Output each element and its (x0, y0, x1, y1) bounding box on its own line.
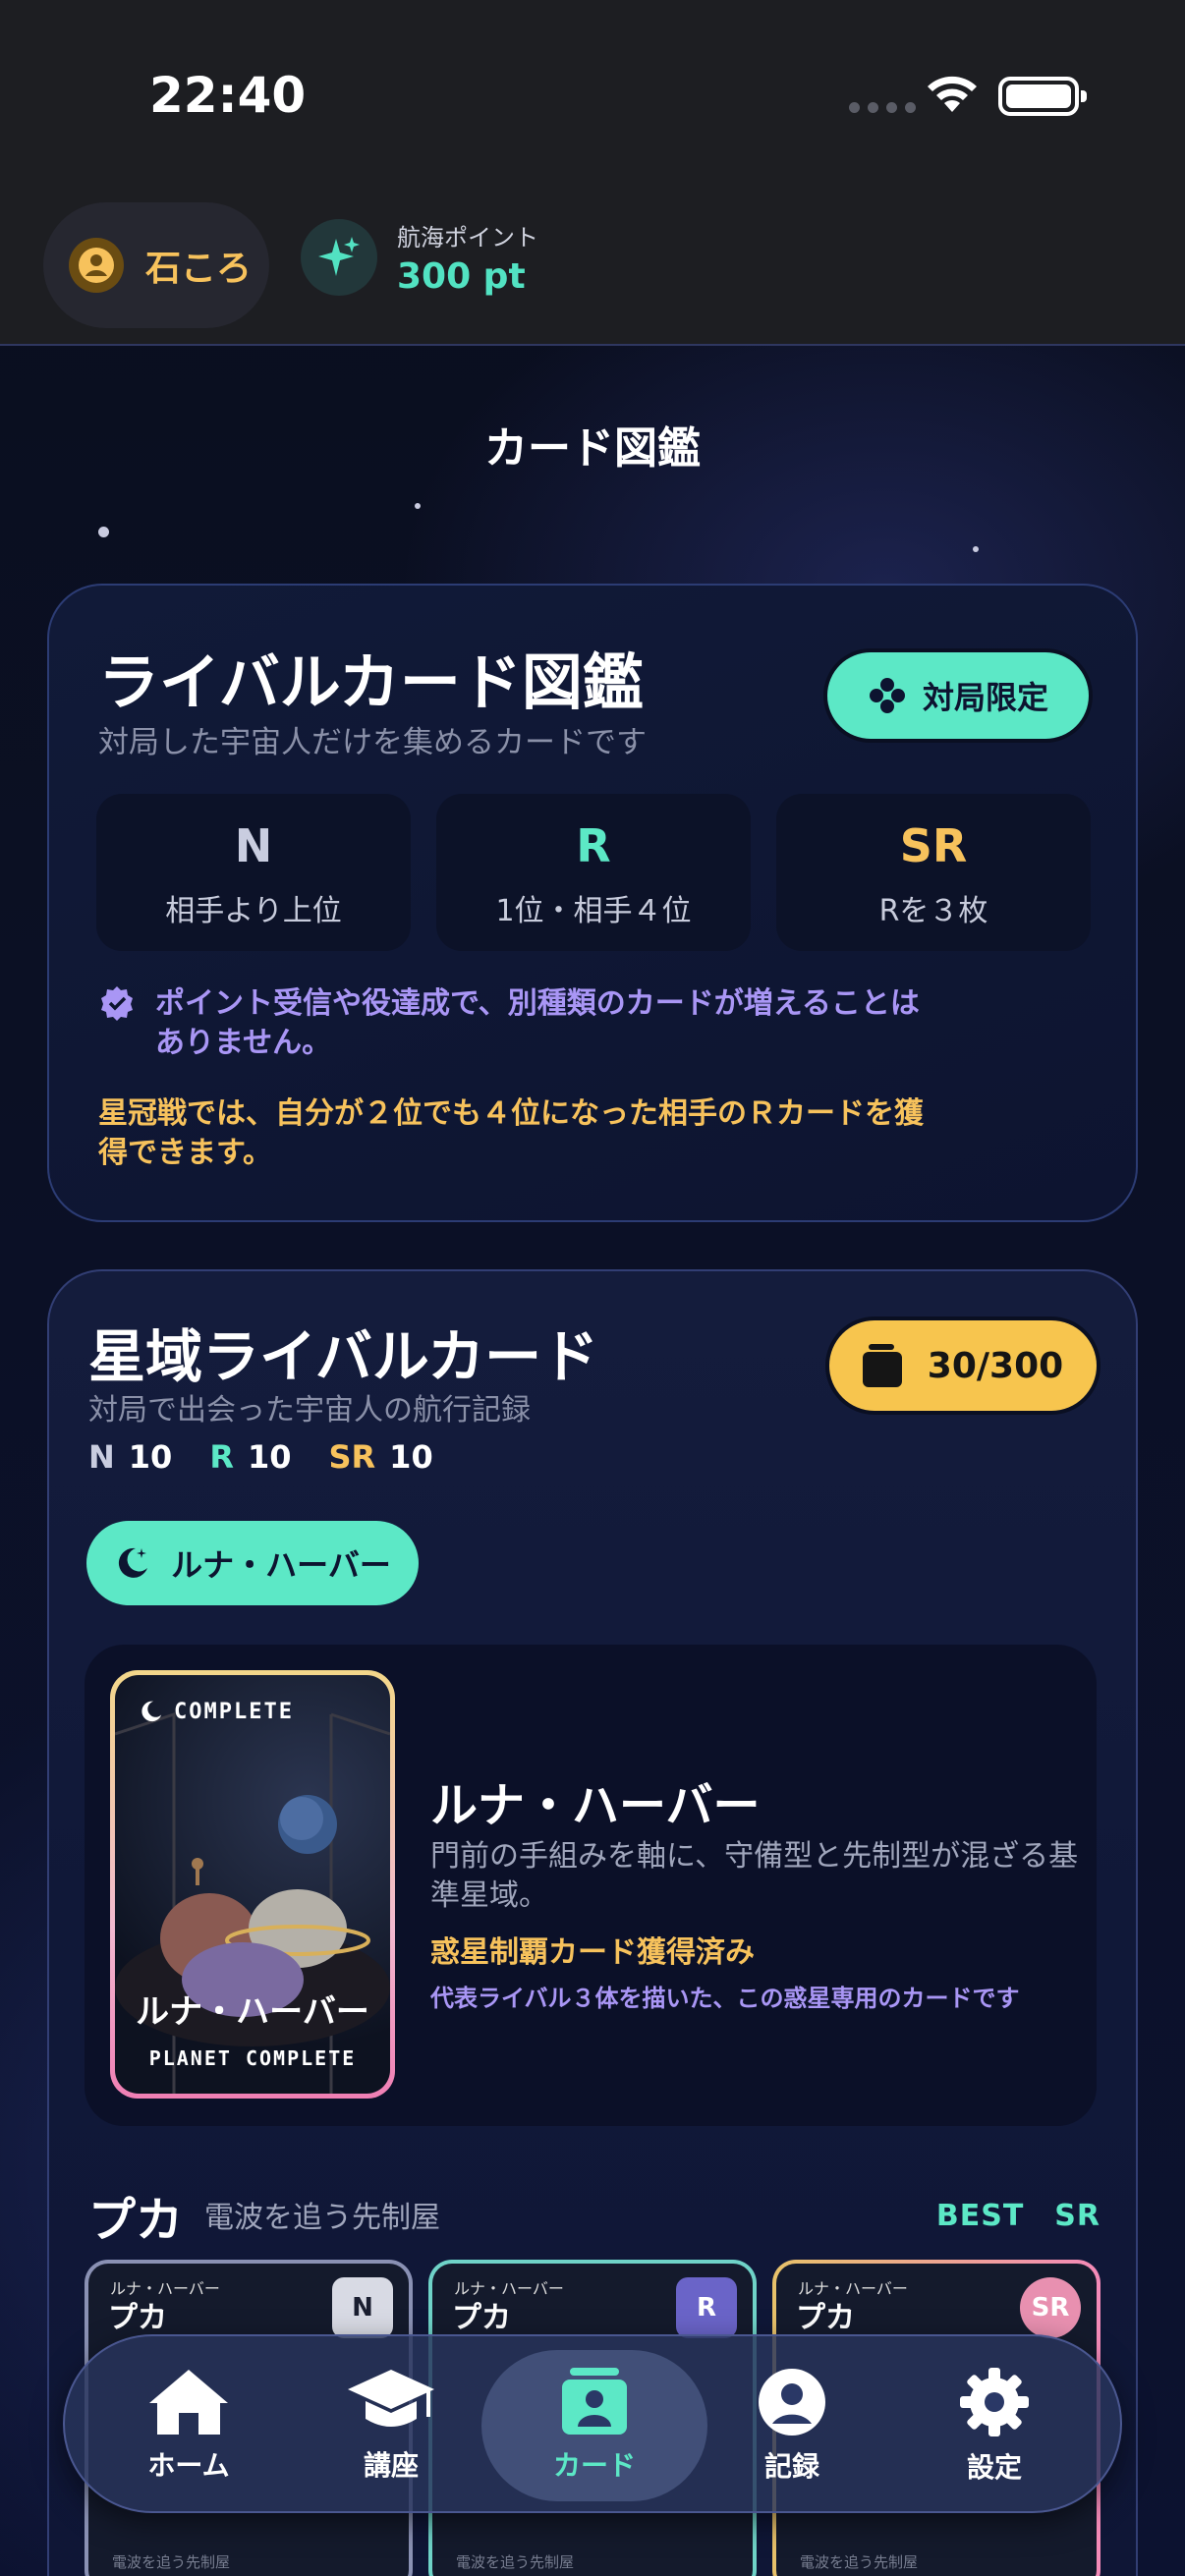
planet-conquest-status: 惑星制覇カード獲得済み (430, 1935, 755, 1970)
rank-tier-n: N 相手より上位 (96, 794, 411, 951)
mini-card-foot: 電波を追う先制屋 (456, 2553, 575, 2571)
planet-filter-chip[interactable]: ルナ・ハーバー (86, 1521, 419, 1605)
mini-card-name: プカ (108, 2301, 167, 2335)
tier-desc: 相手より上位 (165, 894, 342, 928)
rival-role: 電波を追う先制屋 (204, 2201, 440, 2235)
rival-index-subtitle: 対局した宇宙人だけを集めるカードです (98, 725, 647, 760)
moon-icon (141, 1701, 162, 1722)
tier-counts: N 10 R 10 SR 10 (88, 1438, 433, 1476)
planet-description: 門前の手組みを軸に、守備型と先制型が混ざる基準星域。 (430, 1839, 1079, 1913)
clover-icon (869, 678, 905, 713)
card-collection-icon (562, 2368, 627, 2435)
tab-home[interactable]: ホーム (90, 2336, 287, 2515)
count-n: N 10 (88, 1438, 173, 1476)
tier-label: SR (899, 819, 968, 872)
planet-card-name: ルナ・ハーバー (136, 1992, 369, 2032)
user-avatar-icon (69, 238, 124, 293)
gear-icon (960, 2368, 1029, 2436)
match-limited-button[interactable]: 対局限定 (827, 652, 1089, 739)
mini-card-name: プカ (452, 2301, 511, 2335)
tab-label: ホーム (147, 2449, 230, 2482)
user-profile-button[interactable]: 石ころ (43, 202, 269, 328)
wifi-icon (928, 76, 977, 112)
notice: ポイント受信や役達成で、別種類のカードが増えることはありません。 (98, 984, 922, 1063)
planet-chip-label: ルナ・ハーバー (171, 1546, 391, 1584)
mini-card-badge: SR (1020, 2277, 1081, 2338)
points-label: 航海ポイント (397, 224, 538, 252)
star (415, 503, 421, 509)
rank-tier-sr: SR Rを３枚 (776, 794, 1091, 951)
match-limited-label: 対局限定 (922, 679, 1048, 716)
signal-icon (849, 102, 916, 113)
rival-best-rank: BEST SR (935, 2199, 1100, 2233)
collection-count: 30/300 (927, 1345, 1064, 1386)
planet-card-complete-label: COMPLETE (139, 1699, 294, 1724)
notice-text: ポイント受信や役達成で、別種類のカードが増えることはありません。 (155, 986, 920, 1060)
planet-complete-card[interactable]: COMPLETE ルナ・ハーバー PLANET COMPLETE (110, 1670, 395, 2099)
tier-desc: Rを３枚 (878, 894, 988, 928)
tab-label: 記録 (763, 2450, 819, 2483)
sector-title: 星域ライバルカード (88, 1323, 599, 1390)
planet-title: ルナ・ハーバー (430, 1778, 761, 1833)
home-icon (149, 2370, 228, 2435)
rival-index-title: ライバルカード図鑑 (98, 646, 644, 718)
points-display: 航海ポイント 300 pt (301, 218, 538, 297)
planet-panel: COMPLETE ルナ・ハーバー PLANET COMPLETE ルナ・ハーバー… (85, 1645, 1097, 2126)
bottom-tab-bar: ホーム 講座 カード 記録 設定 (63, 2334, 1122, 2513)
rival-index-card: ライバルカード図鑑 対局した宇宙人だけを集めるカードです 対局限定 N 相手より… (47, 584, 1138, 1222)
star (973, 546, 979, 552)
sector-subtitle: 対局で出会った宇宙人の航行記録 (88, 1393, 531, 1428)
mini-card-badge: R (676, 2277, 737, 2338)
rank-tier-r: R 1位・相手４位 (436, 794, 751, 951)
card-stack-icon (862, 1344, 902, 1387)
tab-label: 講座 (363, 2449, 419, 2482)
page-title: カード図鑑 (484, 423, 701, 474)
tab-label: カード (552, 2449, 636, 2482)
planet-card-note: 代表ライバル３体を描いた、この惑星専用のカードです (430, 1985, 1020, 2012)
tab-settings[interactable]: 設定 (896, 2336, 1093, 2515)
points-value: 300 pt (397, 256, 526, 297)
mini-card-name: プカ (796, 2301, 855, 2335)
mini-card-foot: 電波を追う先制屋 (112, 2553, 231, 2571)
rival-name: プカ (88, 2193, 184, 2248)
tab-course[interactable]: 講座 (293, 2336, 489, 2515)
status-time: 22:40 (149, 67, 307, 124)
user-name: 石ころ (145, 249, 253, 289)
tab-record[interactable]: 記録 (694, 2336, 890, 2515)
top-bar: 22:40 石ころ 航海ポイント 300 pt (0, 0, 1185, 346)
planet-card-subtitle: PLANET COMPLETE (148, 2046, 357, 2070)
tab-card[interactable]: カード (481, 2350, 707, 2501)
tier-label: N (234, 819, 273, 872)
gold-note: 星冠戦では、自分が２位でも４位になった相手のＲカードを獲得できます。 (98, 1096, 924, 1170)
moon-icon (119, 1547, 148, 1578)
mini-card-foot: 電波を追う先制屋 (800, 2553, 919, 2571)
tier-desc: 1位・相手４位 (495, 894, 692, 928)
mini-card-badge: N (332, 2277, 393, 2338)
battery-icon (998, 77, 1087, 116)
sparkle-icon (301, 219, 377, 296)
count-sr: SR 10 (328, 1438, 433, 1476)
rank-tier-row: N 相手より上位 R 1位・相手４位 SR Rを３枚 (96, 794, 1091, 951)
verified-badge-icon (101, 986, 133, 1021)
star (98, 527, 109, 537)
tier-label: R (576, 819, 611, 872)
user-circle-icon (759, 2369, 825, 2436)
count-r: R 10 (209, 1438, 292, 1476)
graduation-cap-icon (348, 2370, 434, 2427)
tab-label: 設定 (966, 2451, 1022, 2484)
collection-count-badge: 30/300 (829, 1320, 1097, 1411)
